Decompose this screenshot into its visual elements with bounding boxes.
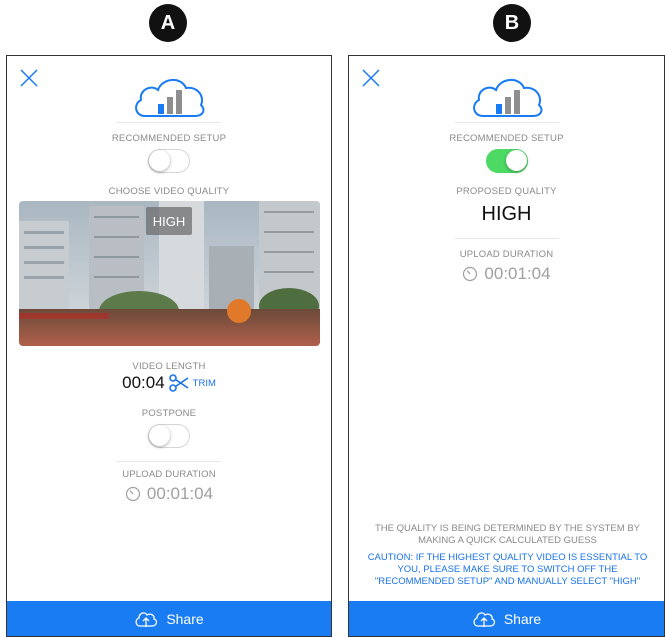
video-length-value: 00:04 (122, 373, 165, 392)
choose-video-quality-label: CHOOSE VIDEO QUALITY (108, 186, 230, 197)
upload-duration-label: UPLOAD DURATION (122, 469, 216, 480)
divider (454, 238, 559, 239)
divider (117, 122, 221, 123)
recommended-setup-label: RECOMMENDED SETUP (111, 133, 227, 144)
share-label: Share (503, 610, 542, 627)
close-icon[interactable] (19, 68, 39, 88)
video-length-row: 00:04 TRIM (7, 373, 331, 393)
recommended-setup-toggle[interactable] (485, 149, 528, 173)
panel-a-badge: A (149, 4, 187, 42)
close-icon[interactable] (361, 68, 381, 88)
panel-b: RECOMMENDED SETUP PROPOSED QUALITY HIGH … (348, 55, 665, 637)
toggle-knob (505, 150, 527, 171)
trim-button[interactable]: TRIM (193, 378, 216, 389)
share-label: Share (166, 610, 204, 627)
caution-note: CAUTION: IF THE HIGHEST QUALITY VIDEO IS… (367, 552, 648, 587)
proposed-quality-value: HIGH (481, 203, 532, 225)
panel-a: RECOMMENDED SETUP CHOOSE VIDEO QUALITY H… (6, 55, 332, 637)
recommended-setup-toggle[interactable] (148, 149, 190, 173)
timer-icon (463, 266, 478, 282)
upload-duration-label: UPLOAD DURATION (459, 249, 554, 260)
cloud-signal-icon (472, 79, 542, 117)
postpone-label: POSTPONE (141, 408, 197, 419)
upload-duration-row: 00:01:04 (349, 264, 664, 284)
upload-duration-value: 00:01:04 (484, 264, 551, 283)
postpone-toggle[interactable] (148, 424, 190, 448)
video-length-label: VIDEO LENGTH (132, 361, 206, 372)
toggle-knob (149, 150, 170, 171)
divider (117, 461, 221, 462)
quality-badge[interactable]: HIGH (146, 207, 192, 235)
panel-b-badge: B (493, 4, 531, 42)
cloud-upload-icon (473, 611, 495, 627)
share-button[interactable]: Share (7, 601, 331, 636)
upload-duration-value: 00:01:04 (146, 484, 214, 503)
recommended-setup-label: RECOMMENDED SETUP (449, 133, 564, 144)
timer-icon (125, 486, 141, 502)
share-button[interactable]: Share (349, 601, 664, 636)
video-thumbnail[interactable]: HIGH (19, 201, 320, 346)
proposed-quality-label: PROPOSED QUALITY (456, 186, 557, 197)
quality-info-note: THE QUALITY IS BEING DETERMINED BY THE S… (374, 523, 640, 546)
cloud-signal-icon (135, 79, 205, 117)
upload-duration-row: 00:01:04 (7, 484, 331, 504)
toggle-knob (149, 425, 170, 446)
cloud-upload-icon (135, 611, 158, 627)
scissors-icon[interactable] (168, 374, 189, 392)
divider (454, 122, 559, 123)
